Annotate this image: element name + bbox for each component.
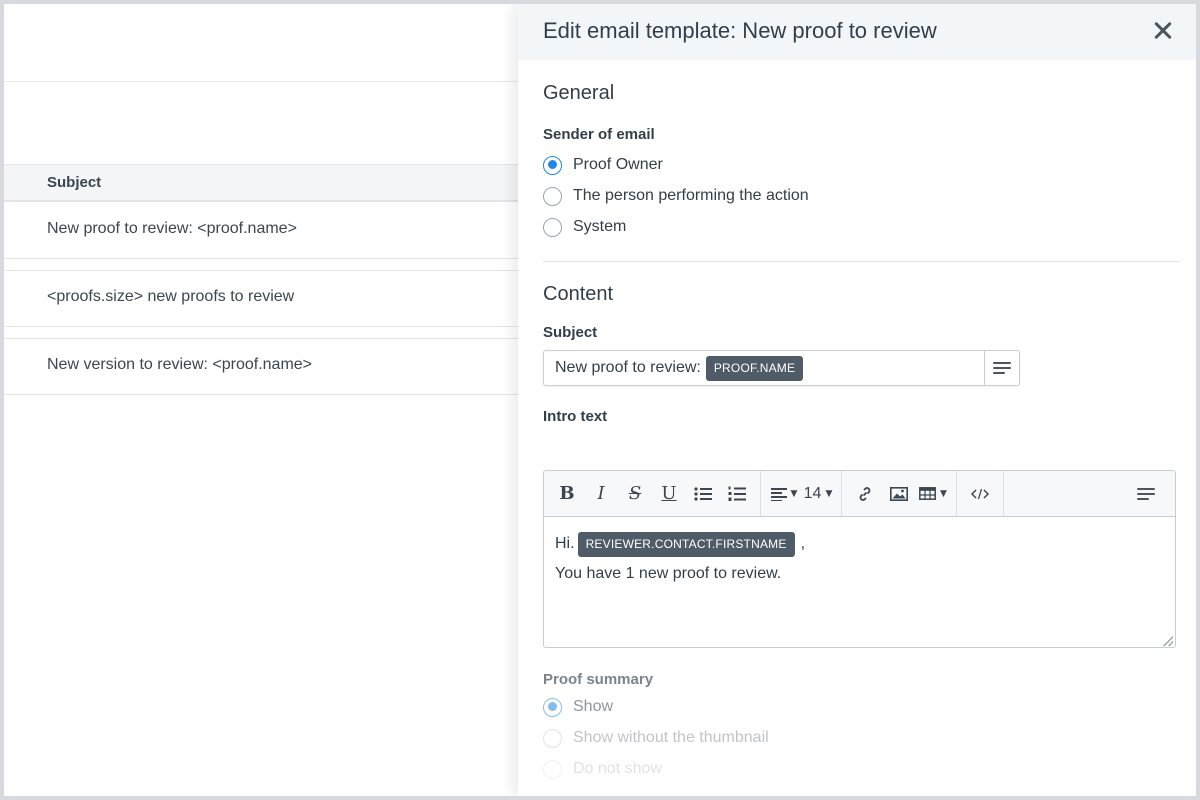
summary-option-do-not-show[interactable]: Do not show xyxy=(543,758,662,780)
menu-lines-icon xyxy=(993,362,1011,374)
app-frame: Subject New proof to review: <proof.name… xyxy=(4,4,1196,796)
summary-option-show[interactable]: Show xyxy=(543,696,613,718)
subject-field[interactable]: New proof to review: PROOF.NAME xyxy=(543,350,1020,386)
greeting-comma: , xyxy=(800,535,806,552)
menu-lines-icon xyxy=(1137,488,1155,500)
sender-option-performer[interactable]: The person performing the action xyxy=(543,185,809,207)
radio-checked-icon[interactable] xyxy=(543,155,562,175)
close-icon[interactable] xyxy=(1148,16,1178,46)
email-templates-list: Subject New proof to review: <proof.name… xyxy=(4,4,518,796)
editor-content[interactable]: Hi. REVIEWER.CONTACT.FIRSTNAME , You hav… xyxy=(544,517,1175,647)
table-row[interactable]: New version to review: <proof.name> xyxy=(4,338,518,395)
format-group: B I S U xyxy=(544,471,761,516)
image-icon[interactable] xyxy=(884,479,914,509)
panel-header: Edit email template: New proof to review xyxy=(518,4,1196,60)
insert-group: ▼ xyxy=(842,471,957,516)
table-row[interactable]: New proof to review: <proof.name> xyxy=(4,202,518,259)
bullet-list-icon[interactable] xyxy=(688,479,718,509)
font-size-value: 14 xyxy=(803,484,822,502)
subject-label: Subject xyxy=(543,324,598,341)
sender-label: Sender of email xyxy=(543,126,655,143)
table-dropdown[interactable]: ▼ xyxy=(918,479,948,509)
edit-template-panel: Edit email template: New proof to review… xyxy=(518,4,1196,796)
resize-handle[interactable] xyxy=(1163,636,1173,646)
list-topbar xyxy=(4,4,518,82)
radio-icon[interactable] xyxy=(543,217,562,237)
reviewer-firstname-token[interactable]: REVIEWER.CONTACT.FIRSTNAME xyxy=(577,531,795,557)
font-size-dropdown[interactable]: 14 ▼ xyxy=(803,479,833,509)
table-row[interactable]: <proofs.size> new proofs to review xyxy=(4,270,518,327)
radio-icon[interactable] xyxy=(543,759,562,779)
editor-toolbar: B I S U ▼ 14 ▼ ▼ xyxy=(544,471,1175,517)
bold-button[interactable]: B xyxy=(552,479,582,509)
intro-text-editor[interactable]: B I S U ▼ 14 ▼ ▼ Hi. REVIEWER.CONTACT.FI… xyxy=(543,470,1176,648)
body-line: You have 1 new proof to review. xyxy=(555,565,782,582)
radio-icon[interactable] xyxy=(543,186,562,206)
subject-input[interactable]: New proof to review: PROOF.NAME xyxy=(544,351,985,385)
italic-button[interactable]: I xyxy=(586,479,616,509)
align-size-group: ▼ 14 ▼ xyxy=(761,471,842,516)
proof-summary-label: Proof summary xyxy=(543,671,654,688)
code-view-icon[interactable] xyxy=(965,479,995,509)
chevron-down-icon: ▼ xyxy=(790,488,798,499)
radio-label: Show xyxy=(573,698,614,715)
code-group xyxy=(957,471,1004,516)
table-icon xyxy=(919,487,936,500)
insert-variable-button[interactable] xyxy=(985,351,1019,385)
panel-title: Edit email template: New proof to review xyxy=(543,18,937,43)
subject-column-header[interactable]: Subject xyxy=(4,164,518,202)
radio-label: Proof Owner xyxy=(573,156,663,173)
sender-option-proof-owner[interactable]: Proof Owner xyxy=(543,154,663,176)
chevron-down-icon: ▼ xyxy=(940,488,947,499)
subject-token[interactable]: PROOF.NAME xyxy=(705,355,804,381)
radio-icon[interactable] xyxy=(543,728,562,748)
radio-label: Show without the thumbnail xyxy=(573,729,769,746)
sender-option-system[interactable]: System xyxy=(543,216,626,238)
more-options-icon[interactable] xyxy=(1131,479,1161,509)
content-section-title: Content xyxy=(543,283,614,305)
align-left-icon xyxy=(770,487,787,501)
radio-checked-icon[interactable] xyxy=(543,697,562,717)
radio-label: The person performing the action xyxy=(573,187,809,204)
summary-option-no-thumbnail[interactable]: Show without the thumbnail xyxy=(543,727,769,749)
chevron-down-icon: ▼ xyxy=(825,488,833,499)
radio-label: System xyxy=(573,218,627,235)
align-dropdown[interactable]: ▼ xyxy=(769,479,799,509)
numbered-list-icon[interactable] xyxy=(722,479,752,509)
link-icon[interactable] xyxy=(850,479,880,509)
greeting-line: Hi. REVIEWER.CONTACT.FIRSTNAME , xyxy=(555,529,1164,559)
intro-text-label: Intro text xyxy=(543,408,608,425)
strikethrough-button[interactable]: S xyxy=(620,479,650,509)
radio-label: Do not show xyxy=(573,760,662,777)
subject-text: New proof to review: xyxy=(555,359,701,376)
section-divider xyxy=(543,261,1180,262)
greeting-text: Hi. xyxy=(555,535,575,552)
general-section-title: General xyxy=(543,82,615,104)
underline-button[interactable]: U xyxy=(654,479,684,509)
